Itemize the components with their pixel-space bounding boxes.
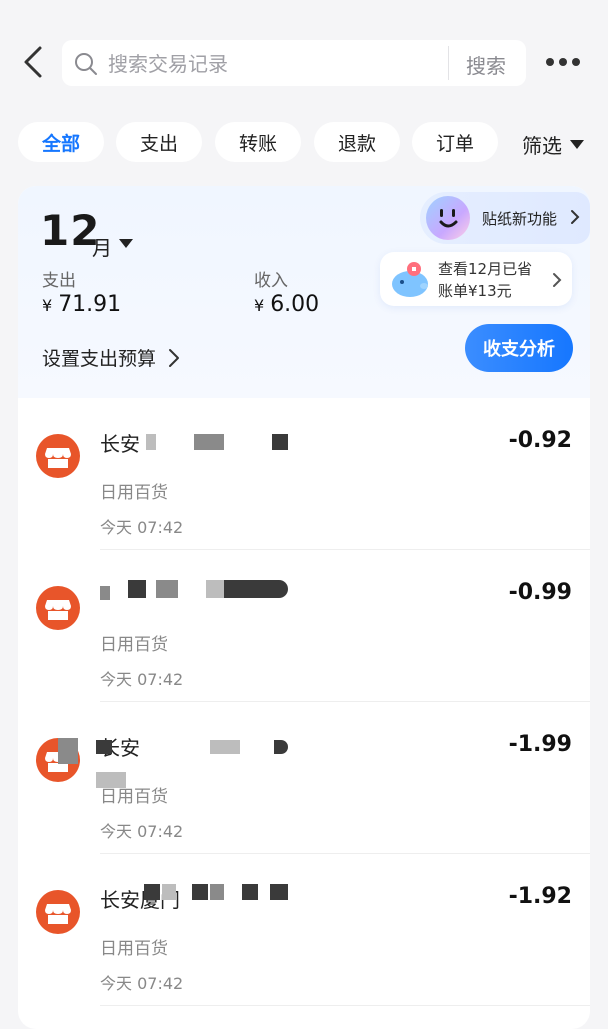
filter-bar: 全部 支出 转账 退款 订单 筛选	[0, 122, 608, 162]
income-currency: ¥	[254, 296, 265, 315]
redaction-block	[156, 580, 178, 598]
store-icon	[36, 434, 80, 478]
redaction-block	[272, 434, 288, 450]
transaction-category: 日用百货	[100, 939, 168, 959]
transaction-row[interactable]: 日用百货 今天 07:42 -0.99	[18, 550, 590, 702]
store-icon	[36, 890, 80, 934]
redaction-block	[270, 884, 288, 900]
search-divider	[448, 46, 449, 80]
filter-dropdown[interactable]: 筛选	[522, 130, 584, 159]
redaction-block	[210, 884, 224, 900]
redaction-block	[58, 738, 78, 764]
redaction-block	[242, 884, 258, 900]
filter-chip-order[interactable]: 订单	[412, 122, 498, 162]
savings-card[interactable]: 查看12月已省 账单¥13元	[380, 252, 572, 306]
savings-line-1: 查看12月已省	[438, 260, 533, 278]
redaction-block	[192, 884, 208, 900]
transaction-category: 日用百货	[100, 635, 168, 655]
smiley-face-icon	[426, 196, 470, 240]
redaction-block	[128, 580, 146, 598]
chevron-right-icon	[571, 210, 580, 224]
more-icon-dot	[559, 58, 567, 66]
savings-line-2: 账单¥13元	[438, 282, 512, 300]
redaction-block	[206, 580, 224, 598]
expense-value: 71.91	[58, 292, 122, 317]
more-icon-dot	[546, 58, 554, 66]
transaction-category: 日用百货	[100, 787, 168, 807]
sticker-feature-banner[interactable]: 贴纸新功能	[420, 192, 590, 244]
filter-dropdown-label: 筛选	[522, 134, 562, 158]
transaction-time: 今天 07:42	[100, 974, 184, 993]
filter-chip-all[interactable]: 全部	[18, 122, 104, 162]
chevron-left-icon	[24, 46, 42, 78]
filter-chip-transfer[interactable]: 转账	[215, 122, 301, 162]
transaction-amount: -1.99	[508, 732, 572, 757]
income-expense-analysis-button[interactable]: 收支分析	[465, 324, 573, 372]
caret-down-icon[interactable]	[119, 239, 133, 248]
transaction-time: 今天 07:42	[100, 822, 184, 841]
top-bar: 搜索	[0, 0, 608, 120]
expense-amount: ¥71.91	[42, 292, 121, 317]
transaction-row[interactable]: 长安 日用百货 今天 07:42 -0.92	[18, 398, 590, 550]
transaction-amount: -0.99	[508, 580, 572, 605]
transaction-category: 日用百货	[100, 483, 168, 503]
transaction-row[interactable]: 长安厦门 日用百货 今天 07:42 -1.92	[18, 854, 590, 1006]
sticker-feature-label: 贴纸新功能	[482, 210, 558, 228]
transaction-row[interactable]: 长安 日用百货 今天 07:42 -1.99	[18, 702, 590, 854]
search-box[interactable]: 搜索	[62, 40, 526, 86]
filter-chip-expense[interactable]: 支出	[116, 122, 202, 162]
more-button[interactable]	[546, 50, 590, 74]
caret-down-icon	[570, 140, 584, 149]
set-budget-label: 设置支出预算	[42, 348, 157, 370]
transaction-amount: -1.92	[508, 884, 572, 909]
filter-chip-refund[interactable]: 退款	[314, 122, 400, 162]
more-icon-dot	[572, 58, 580, 66]
redaction-block	[210, 740, 240, 754]
search-icon	[75, 53, 97, 75]
back-button[interactable]	[18, 44, 52, 80]
income-amount: ¥6.00	[254, 292, 319, 317]
month-unit[interactable]: 月	[92, 232, 112, 261]
redaction-block	[146, 434, 156, 450]
income-value: 6.00	[270, 292, 320, 317]
bill-card: 12 月 支出 ¥71.91 收入 ¥6.00 设置支出预算 贴纸新功能 查看1…	[18, 186, 590, 1029]
search-input[interactable]	[106, 48, 490, 80]
income-label: 收入	[254, 271, 288, 291]
piggy-bank-icon	[392, 262, 428, 297]
set-budget-link[interactable]: 设置支出预算	[42, 344, 180, 371]
divider	[100, 1005, 590, 1006]
transaction-time: 今天 07:42	[100, 670, 184, 689]
search-button[interactable]: 搜索	[466, 50, 506, 79]
redaction-block	[100, 586, 110, 600]
chevron-right-icon	[553, 273, 562, 287]
transaction-merchant: 长安	[100, 736, 140, 760]
store-icon	[36, 586, 80, 630]
redaction-block	[274, 740, 288, 754]
redaction-block	[162, 884, 176, 900]
redaction-block	[96, 740, 112, 754]
redaction-block	[224, 580, 288, 598]
transaction-time: 今天 07:42	[100, 518, 184, 537]
redaction-block	[144, 884, 160, 900]
redaction-block	[194, 434, 224, 450]
transaction-amount: -0.92	[508, 428, 572, 453]
expense-currency: ¥	[42, 296, 53, 315]
expense-label: 支出	[42, 271, 76, 291]
chevron-right-icon	[169, 348, 180, 367]
